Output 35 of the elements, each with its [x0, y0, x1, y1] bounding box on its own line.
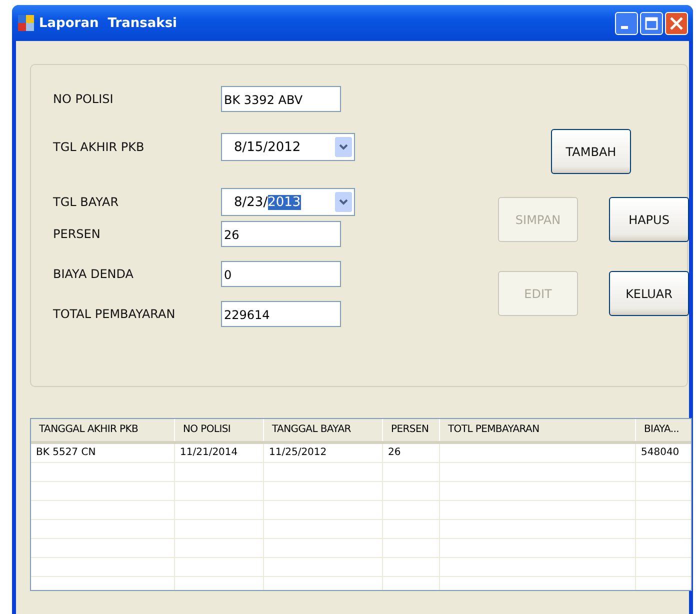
table-cell: 11/25/2012: [264, 444, 383, 462]
input-field[interactable]: 0: [221, 261, 341, 287]
table-cell: 26: [383, 444, 440, 462]
app-icon: [18, 15, 34, 31]
date-part: 8/23/: [234, 194, 268, 210]
minimize-icon: [621, 26, 628, 28]
column-header[interactable]: NO POLISI: [175, 419, 264, 441]
close-button[interactable]: [665, 12, 688, 34]
input-field[interactable]: 26: [221, 221, 341, 247]
column-header[interactable]: PERSEN: [383, 419, 440, 441]
input-field[interactable]: BK 3392 ABV: [221, 86, 341, 112]
column-header[interactable]: TOTL PEMBAYARAN: [440, 419, 636, 441]
minimize-button[interactable]: [615, 12, 638, 34]
field-label: TGL BAYAR: [53, 195, 120, 209]
table-cell: BK 5527 CN: [31, 444, 175, 462]
column-header[interactable]: TANGGAL AKHIR PKB: [31, 419, 175, 441]
action-button[interactable]: KELUAR: [609, 271, 689, 316]
table-cell: 548040: [636, 444, 691, 462]
date-part: 2013: [268, 194, 301, 210]
date-picker[interactable]: 8/15/2012: [221, 133, 355, 161]
date-part: 8/15/2012: [234, 140, 301, 154]
maximize-button[interactable]: [640, 12, 663, 34]
field-label: TOTAL PEMBAYARAN: [53, 307, 176, 321]
action-button[interactable]: HAPUS: [609, 197, 689, 242]
action-button[interactable]: TAMBAH: [551, 129, 631, 174]
field-label: BIAYA DENDA: [53, 267, 135, 281]
field-label: PERSEN: [53, 227, 102, 241]
column-header[interactable]: TANGGAL BAYAR: [264, 419, 383, 441]
table-cell: 11/21/2014: [175, 444, 264, 462]
input-field[interactable]: 229614: [221, 301, 341, 327]
window-title: Laporan Transaksi: [39, 16, 178, 30]
date-picker[interactable]: 8/23/2013: [221, 188, 355, 216]
field-label: TGL AKHIR PKB: [53, 140, 146, 154]
field-label: NO POLISI: [53, 92, 114, 106]
column-header[interactable]: BIAYA...: [636, 419, 691, 441]
